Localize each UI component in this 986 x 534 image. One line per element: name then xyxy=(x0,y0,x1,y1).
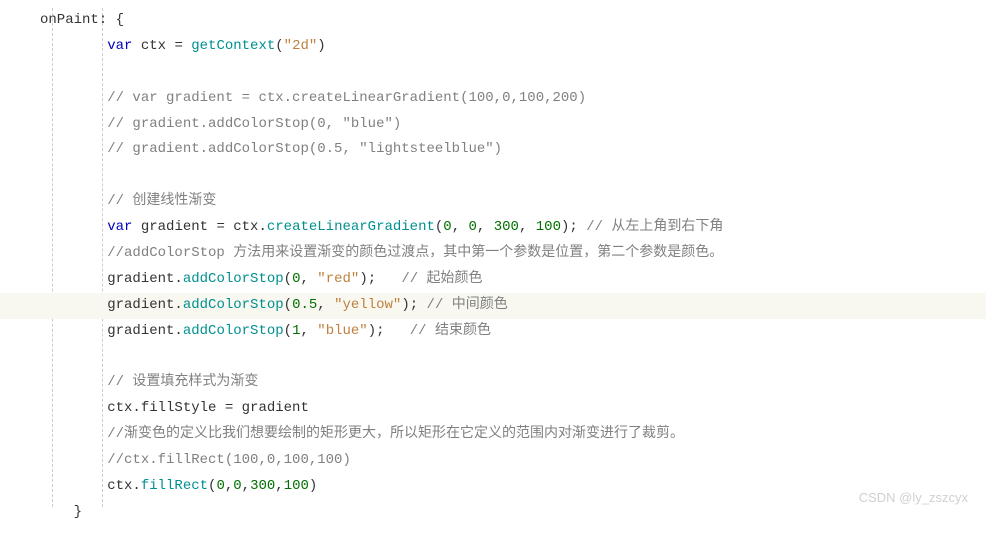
string: "2d" xyxy=(284,38,318,54)
token: gradient. xyxy=(107,323,183,339)
token: { xyxy=(107,12,124,28)
code-line: ctx.fillStyle = gradient xyxy=(40,396,986,422)
string: "blue" xyxy=(317,323,367,339)
token: ( xyxy=(284,271,292,287)
comment: // gradient.addColorStop(0, "blue") xyxy=(107,116,401,132)
code-block: onPaint: { var ctx = getContext("2d") //… xyxy=(0,0,986,534)
token: , xyxy=(317,297,334,313)
comment: // var gradient = ctx.createLinearGradie… xyxy=(107,90,586,106)
token: } xyxy=(74,504,82,520)
function: createLinearGradient xyxy=(267,219,435,235)
code-line: } xyxy=(40,500,986,526)
token: , xyxy=(225,478,233,494)
token: , xyxy=(519,219,536,235)
keyword: var xyxy=(107,38,132,54)
token: , xyxy=(452,219,469,235)
function: addColorStop xyxy=(183,323,284,339)
code-line: onPaint: { xyxy=(40,8,986,34)
comment: // 起始颜色 xyxy=(401,271,482,287)
comment: //渐变色的定义比我们想要绘制的矩形更大，所以矩形在它定义的范围内对渐变进行了裁… xyxy=(107,426,684,442)
code-line: var gradient = ctx.createLinearGradient(… xyxy=(40,215,986,241)
number: 100 xyxy=(284,478,309,494)
number: 300 xyxy=(250,478,275,494)
token: ( xyxy=(284,297,292,313)
token: ); xyxy=(401,297,426,313)
token: gradient. xyxy=(107,271,183,287)
string: "yellow" xyxy=(334,297,401,313)
number: 0 xyxy=(233,478,241,494)
token: , xyxy=(477,219,494,235)
keyword: var xyxy=(107,219,132,235)
function: addColorStop xyxy=(183,297,284,313)
comment: //addColorStop 方法用来设置渐变的颜色过渡点，其中第一个参数是位置… xyxy=(107,245,723,261)
code-line: // gradient.addColorStop(0.5, "lightstee… xyxy=(40,137,986,163)
code-line xyxy=(40,345,986,371)
token: , xyxy=(300,323,317,339)
string: "red" xyxy=(317,271,359,287)
token: ); xyxy=(561,219,586,235)
number: 0 xyxy=(216,478,224,494)
number: 300 xyxy=(494,219,519,235)
token: ); xyxy=(368,323,410,339)
comment: // 中间颜色 xyxy=(427,297,508,313)
comment: // 从左上角到右下角 xyxy=(586,219,723,235)
number: 0 xyxy=(469,219,477,235)
comment: // 创建线性渐变 xyxy=(107,193,216,209)
function: addColorStop xyxy=(183,271,284,287)
token: ctx.fillStyle = gradient xyxy=(107,400,309,416)
function: getContext xyxy=(191,38,275,54)
code-line: var ctx = getContext("2d") xyxy=(40,34,986,60)
token: gradient = ctx. xyxy=(132,219,266,235)
code-line-highlighted: gradient.addColorStop(0.5, "yellow"); //… xyxy=(0,293,986,319)
token: ctx = xyxy=(132,38,191,54)
comment: // 设置填充样式为渐变 xyxy=(107,374,258,390)
token: , xyxy=(300,271,317,287)
token: ) xyxy=(317,38,325,54)
token: ( xyxy=(275,38,283,54)
code-line: //addColorStop 方法用来设置渐变的颜色过渡点，其中第一个参数是位置… xyxy=(40,241,986,267)
comment: //ctx.fillRect(100,0,100,100) xyxy=(107,452,351,468)
token: , xyxy=(275,478,283,494)
number: 0.5 xyxy=(292,297,317,313)
code-line: // 创建线性渐变 xyxy=(40,189,986,215)
token: ); xyxy=(359,271,401,287)
token: gradient. xyxy=(107,297,183,313)
code-line: // gradient.addColorStop(0, "blue") xyxy=(40,112,986,138)
code-line xyxy=(40,60,986,86)
function: fillRect xyxy=(141,478,208,494)
code-line: //渐变色的定义比我们想要绘制的矩形更大，所以矩形在它定义的范围内对渐变进行了裁… xyxy=(40,422,986,448)
comment: // gradient.addColorStop(0.5, "lightstee… xyxy=(107,141,502,157)
code-line: // var gradient = ctx.createLinearGradie… xyxy=(40,86,986,112)
code-line: gradient.addColorStop(1, "blue"); // 结束颜… xyxy=(40,319,986,345)
code-line xyxy=(40,163,986,189)
code-line: // 设置填充样式为渐变 xyxy=(40,370,986,396)
code-line: gradient.addColorStop(0, "red"); // 起始颜色 xyxy=(40,267,986,293)
code-line: ctx.fillRect(0,0,300,100) xyxy=(40,474,986,500)
token: , xyxy=(242,478,250,494)
comment: // 结束颜色 xyxy=(410,323,491,339)
number: 100 xyxy=(536,219,561,235)
token: ( xyxy=(284,323,292,339)
token: ctx. xyxy=(107,478,141,494)
token: onPaint: xyxy=(40,12,107,28)
code-line: //ctx.fillRect(100,0,100,100) xyxy=(40,448,986,474)
watermark: CSDN @ly_zszcyx xyxy=(859,490,968,505)
number: 0 xyxy=(443,219,451,235)
token: ) xyxy=(309,478,317,494)
